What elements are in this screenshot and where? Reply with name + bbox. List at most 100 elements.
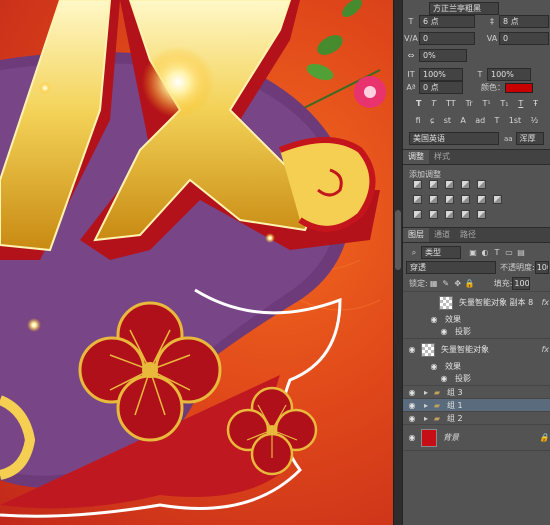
expand-chevron-icon[interactable]: ▸ — [421, 388, 431, 397]
tab-paths[interactable]: 路径 — [455, 228, 481, 242]
filter-shape-icon[interactable]: ▭ — [503, 248, 515, 257]
tab-layers[interactable]: 图层 — [403, 228, 429, 242]
gradient-map-icon[interactable] — [477, 210, 486, 219]
group-row[interactable]: ◉ ▸ ▰ 组 2 — [403, 411, 550, 424]
drop-shadow-label: 投影 — [455, 326, 471, 336]
ligature-button[interactable]: fi — [416, 116, 421, 125]
layer-thumbnail — [439, 295, 453, 310]
visibility-icon[interactable]: ◉ — [425, 362, 443, 371]
visibility-icon[interactable]: ◉ — [403, 433, 421, 442]
scrollbar-thumb[interactable] — [395, 210, 401, 270]
fx-icon[interactable]: fx — [541, 298, 549, 307]
layer-name[interactable]: 背景 — [443, 432, 459, 443]
tracking-field[interactable]: 0 — [499, 32, 549, 45]
levels-icon[interactable] — [429, 180, 438, 189]
black-white-icon[interactable] — [445, 195, 454, 204]
faux-bold-button[interactable]: T — [416, 99, 421, 108]
expand-chevron-icon[interactable]: ▸ — [421, 401, 431, 410]
subscript-button[interactable]: T₁ — [500, 99, 508, 108]
superscript-button[interactable]: T¹ — [482, 99, 490, 108]
effect-row[interactable]: ◉ 投影 — [403, 372, 550, 384]
channel-mixer-icon[interactable] — [477, 195, 486, 204]
layer-name[interactable]: 矢量智能对象 — [441, 344, 489, 355]
group-name[interactable]: 组 3 — [447, 387, 463, 398]
invert-icon[interactable] — [413, 210, 422, 219]
brightness-icon[interactable] — [413, 180, 422, 189]
group-row[interactable]: ◉ ▸ ▰ 组 3 — [403, 385, 550, 398]
layer-row[interactable]: ◉ 矢量智能对象 fx — [403, 338, 550, 360]
visibility-icon[interactable]: ◉ — [403, 414, 421, 423]
tracking-icon: VA — [486, 34, 498, 43]
font-size-field[interactable]: 6 点 — [419, 15, 475, 28]
visibility-icon[interactable]: ◉ — [435, 327, 453, 336]
fraction-button[interactable]: ½ — [530, 116, 538, 125]
canvas-vertical-scrollbar[interactable] — [393, 0, 402, 525]
visibility-icon[interactable]: ◉ — [403, 345, 421, 354]
color-balance-icon[interactable] — [429, 195, 438, 204]
group-name[interactable]: 组 2 — [447, 413, 463, 424]
group-name[interactable]: 组 1 — [447, 400, 463, 411]
stylistic-button[interactable]: ad — [475, 116, 485, 125]
opacity-field[interactable]: 100% — [534, 261, 549, 274]
vibrance-icon[interactable] — [477, 180, 486, 189]
threshold-icon[interactable] — [445, 210, 454, 219]
hue-icon[interactable] — [413, 195, 422, 204]
group-row-selected[interactable]: ◉ ▸ ▰ 组 1 — [403, 398, 550, 411]
filter-smart-icon[interactable]: ▤ — [515, 248, 527, 257]
photo-filter-icon[interactable] — [461, 195, 470, 204]
kerning-field[interactable]: 0 — [419, 32, 475, 45]
ordinal-button[interactable]: 1st — [509, 116, 521, 125]
baseline-shift-field[interactable]: 0 点 — [419, 81, 463, 94]
faux-italic-button[interactable]: T — [431, 99, 436, 108]
blend-opacity-row: 穿透 不透明度: 100% — [403, 259, 550, 276]
tab-styles[interactable]: 样式 — [429, 150, 455, 164]
lock-position-icon[interactable]: ✥ — [452, 279, 464, 288]
tab-channels[interactable]: 通道 — [429, 228, 455, 242]
effect-row[interactable]: ◉ 效果 — [403, 360, 550, 372]
drop-shadow-label: 投影 — [455, 373, 471, 383]
exposure-icon[interactable] — [461, 180, 470, 189]
document-canvas[interactable] — [0, 0, 393, 525]
adjustment-icons-row-3 — [413, 210, 486, 219]
visibility-icon[interactable]: ◉ — [403, 388, 421, 397]
underline-button[interactable]: T — [518, 99, 523, 108]
filter-pixel-icon[interactable]: ▣ — [467, 248, 479, 257]
fx-icon[interactable]: fx — [541, 345, 549, 354]
small-caps-button[interactable]: Tr — [466, 99, 473, 108]
tab-adjustments[interactable]: 调整 — [403, 150, 429, 164]
tsume-field[interactable]: 0% — [419, 49, 467, 62]
layer-name[interactable]: 矢量智能对象 副本 8 — [459, 297, 533, 308]
artwork — [0, 0, 386, 518]
filter-adjust-icon[interactable]: ◐ — [479, 248, 491, 257]
color-lookup-icon[interactable] — [493, 195, 502, 204]
background-layer-row[interactable]: ◉ 背景 🔒 — [403, 424, 550, 450]
all-caps-button[interactable]: TT — [446, 99, 456, 108]
visibility-icon[interactable]: ◉ — [435, 374, 453, 383]
visibility-icon[interactable]: ◉ — [425, 315, 443, 324]
discretionary-button[interactable]: st — [444, 116, 451, 125]
swash-button[interactable]: A — [460, 116, 465, 125]
expand-chevron-icon[interactable]: ▸ — [421, 414, 431, 423]
visibility-icon[interactable]: ◉ — [403, 401, 421, 410]
selective-color-icon[interactable] — [461, 210, 470, 219]
layer-row[interactable]: 矢量智能对象 副本 8 fx — [403, 291, 550, 313]
text-color-swatch[interactable] — [505, 82, 533, 93]
leading-field[interactable]: 8 点 — [499, 15, 549, 28]
baseline-shift-icon: Aª — [406, 83, 416, 92]
lock-all-icon[interactable]: 🔒 — [464, 279, 476, 288]
alt-ligature-button[interactable]: ɕ — [430, 116, 434, 125]
antialias-select[interactable]: 浑厚 — [515, 132, 544, 145]
strikethrough-button[interactable]: Ŧ — [533, 99, 538, 108]
lock-transparency-icon[interactable]: ▦ — [428, 279, 440, 288]
layer-filter-kind[interactable]: 类型 — [421, 246, 461, 259]
curves-icon[interactable] — [445, 180, 454, 189]
effect-row[interactable]: ◉ 效果 — [403, 313, 550, 325]
effect-row[interactable]: ◉ 投影 — [403, 325, 550, 337]
fill-field[interactable]: 100% — [512, 277, 531, 290]
blend-mode-select[interactable]: 穿透 — [406, 261, 496, 274]
lock-image-icon[interactable]: ✎ — [440, 279, 452, 288]
filter-type-icon[interactable]: T — [491, 248, 503, 257]
language-select[interactable]: 美国英语 — [409, 132, 499, 145]
posterize-icon[interactable] — [429, 210, 438, 219]
titling-button[interactable]: T — [495, 116, 500, 125]
